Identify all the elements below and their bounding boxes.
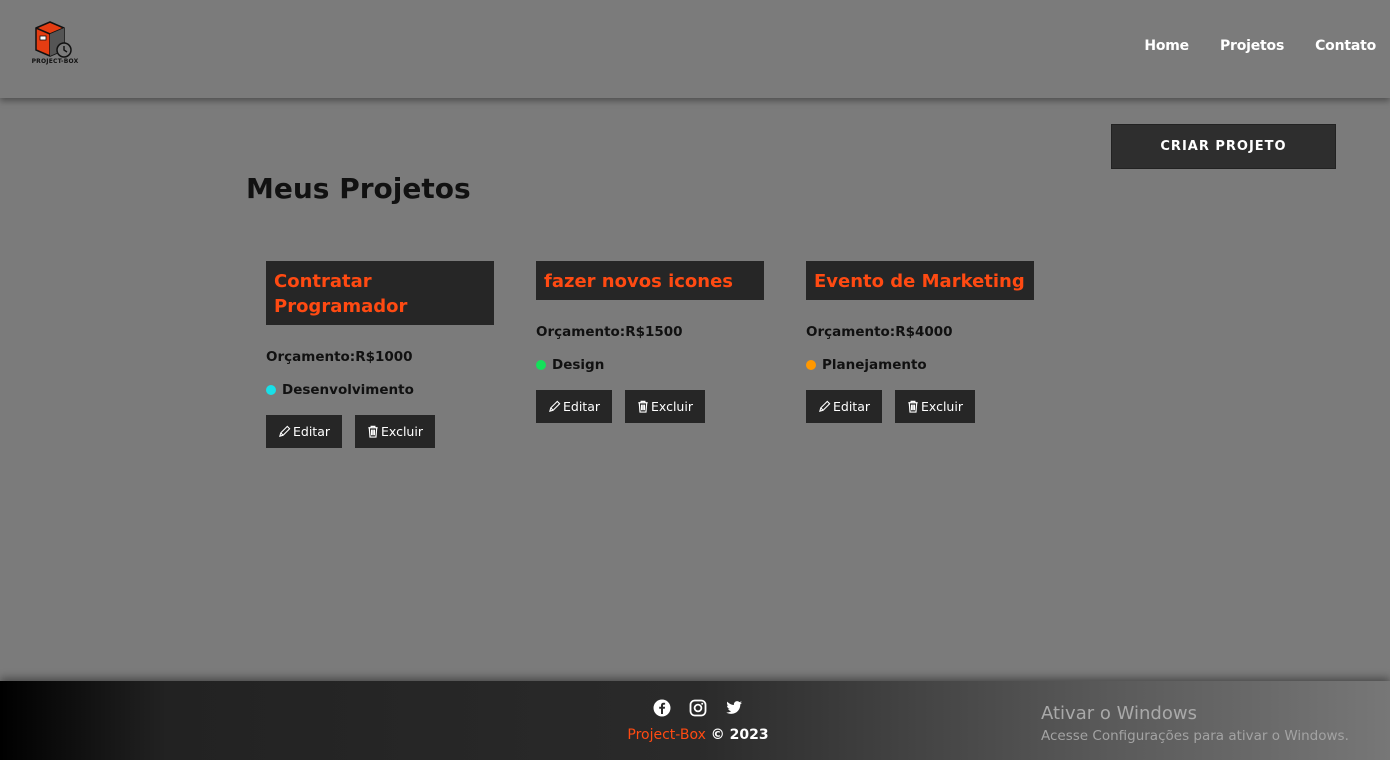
logo-text: PROJECT-BOX [31,58,79,65]
instagram-icon[interactable] [689,699,707,717]
project-title: fazer novos icones [536,261,764,300]
create-project-button[interactable]: CRIAR PROJETO [1111,124,1336,169]
project-actions: Editar Excluir [266,415,494,448]
delete-label: Excluir [381,424,423,439]
project-actions: Editar Excluir [806,390,1034,423]
facebook-icon[interactable] [653,699,671,717]
twitter-icon[interactable] [725,699,743,717]
category-dot-icon [536,360,546,370]
project-title: Evento de Marketing [806,261,1034,300]
trash-icon [638,400,648,413]
project-actions: Editar Excluir [536,390,764,423]
delete-label: Excluir [651,399,693,414]
project-title: Contratar Programador [266,261,494,325]
nav-contato[interactable]: Contato [1315,38,1376,54]
trash-icon [908,400,918,413]
project-budget: Orçamento:R$1000 [266,349,413,365]
project-category: Design [536,357,764,373]
category-label: Desenvolvimento [282,382,414,398]
category-label: Design [552,357,605,373]
nav-projetos[interactable]: Projetos [1220,38,1284,54]
project-card: Contratar Programador Orçamento:R$1000 D… [266,261,494,448]
delete-button[interactable]: Excluir [355,415,435,448]
trash-icon [368,425,378,438]
pencil-icon [279,425,291,437]
edit-button[interactable]: Editar [266,415,343,448]
footer-year: © 2023 [710,727,769,743]
social-links [653,699,743,717]
windows-activation-subtitle: Acesse Configurações para ativar o Windo… [1041,728,1349,744]
site-footer: Project-Box © 2023 Ativar o Windows Aces… [0,681,1390,760]
edit-label: Editar [293,424,331,439]
project-card: Evento de Marketing Orçamento:R$4000 Pla… [806,261,1034,423]
project-box-logo[interactable]: PROJECT-BOX [28,20,82,68]
pencil-icon [549,400,561,412]
box-icon [35,21,72,58]
site-header: PROJECT-BOX Home Projetos Contato [0,0,1390,98]
edit-button[interactable]: Editar [536,390,613,423]
project-card: fazer novos icones Orçamento:R$1500 Desi… [536,261,764,423]
category-label: Planejamento [822,357,927,373]
project-budget: Orçamento:R$1500 [536,324,683,340]
delete-button[interactable]: Excluir [625,390,705,423]
category-dot-icon [266,385,276,395]
delete-label: Excluir [921,399,963,414]
project-category: Desenvolvimento [266,382,494,398]
pencil-icon [819,400,831,412]
edit-label: Editar [833,399,871,414]
project-category: Planejamento [806,357,1034,373]
edit-button[interactable]: Editar [806,390,883,423]
edit-label: Editar [563,399,601,414]
category-dot-icon [806,360,816,370]
main-nav: Home Projetos Contato [1144,38,1376,54]
nav-home[interactable]: Home [1144,38,1189,54]
delete-button[interactable]: Excluir [895,390,975,423]
footer-brand: Project-Box [627,727,706,743]
project-budget: Orçamento:R$4000 [806,324,953,340]
windows-activation-title: Ativar o Windows [1041,703,1197,724]
page-title: Meus Projetos [246,172,471,205]
